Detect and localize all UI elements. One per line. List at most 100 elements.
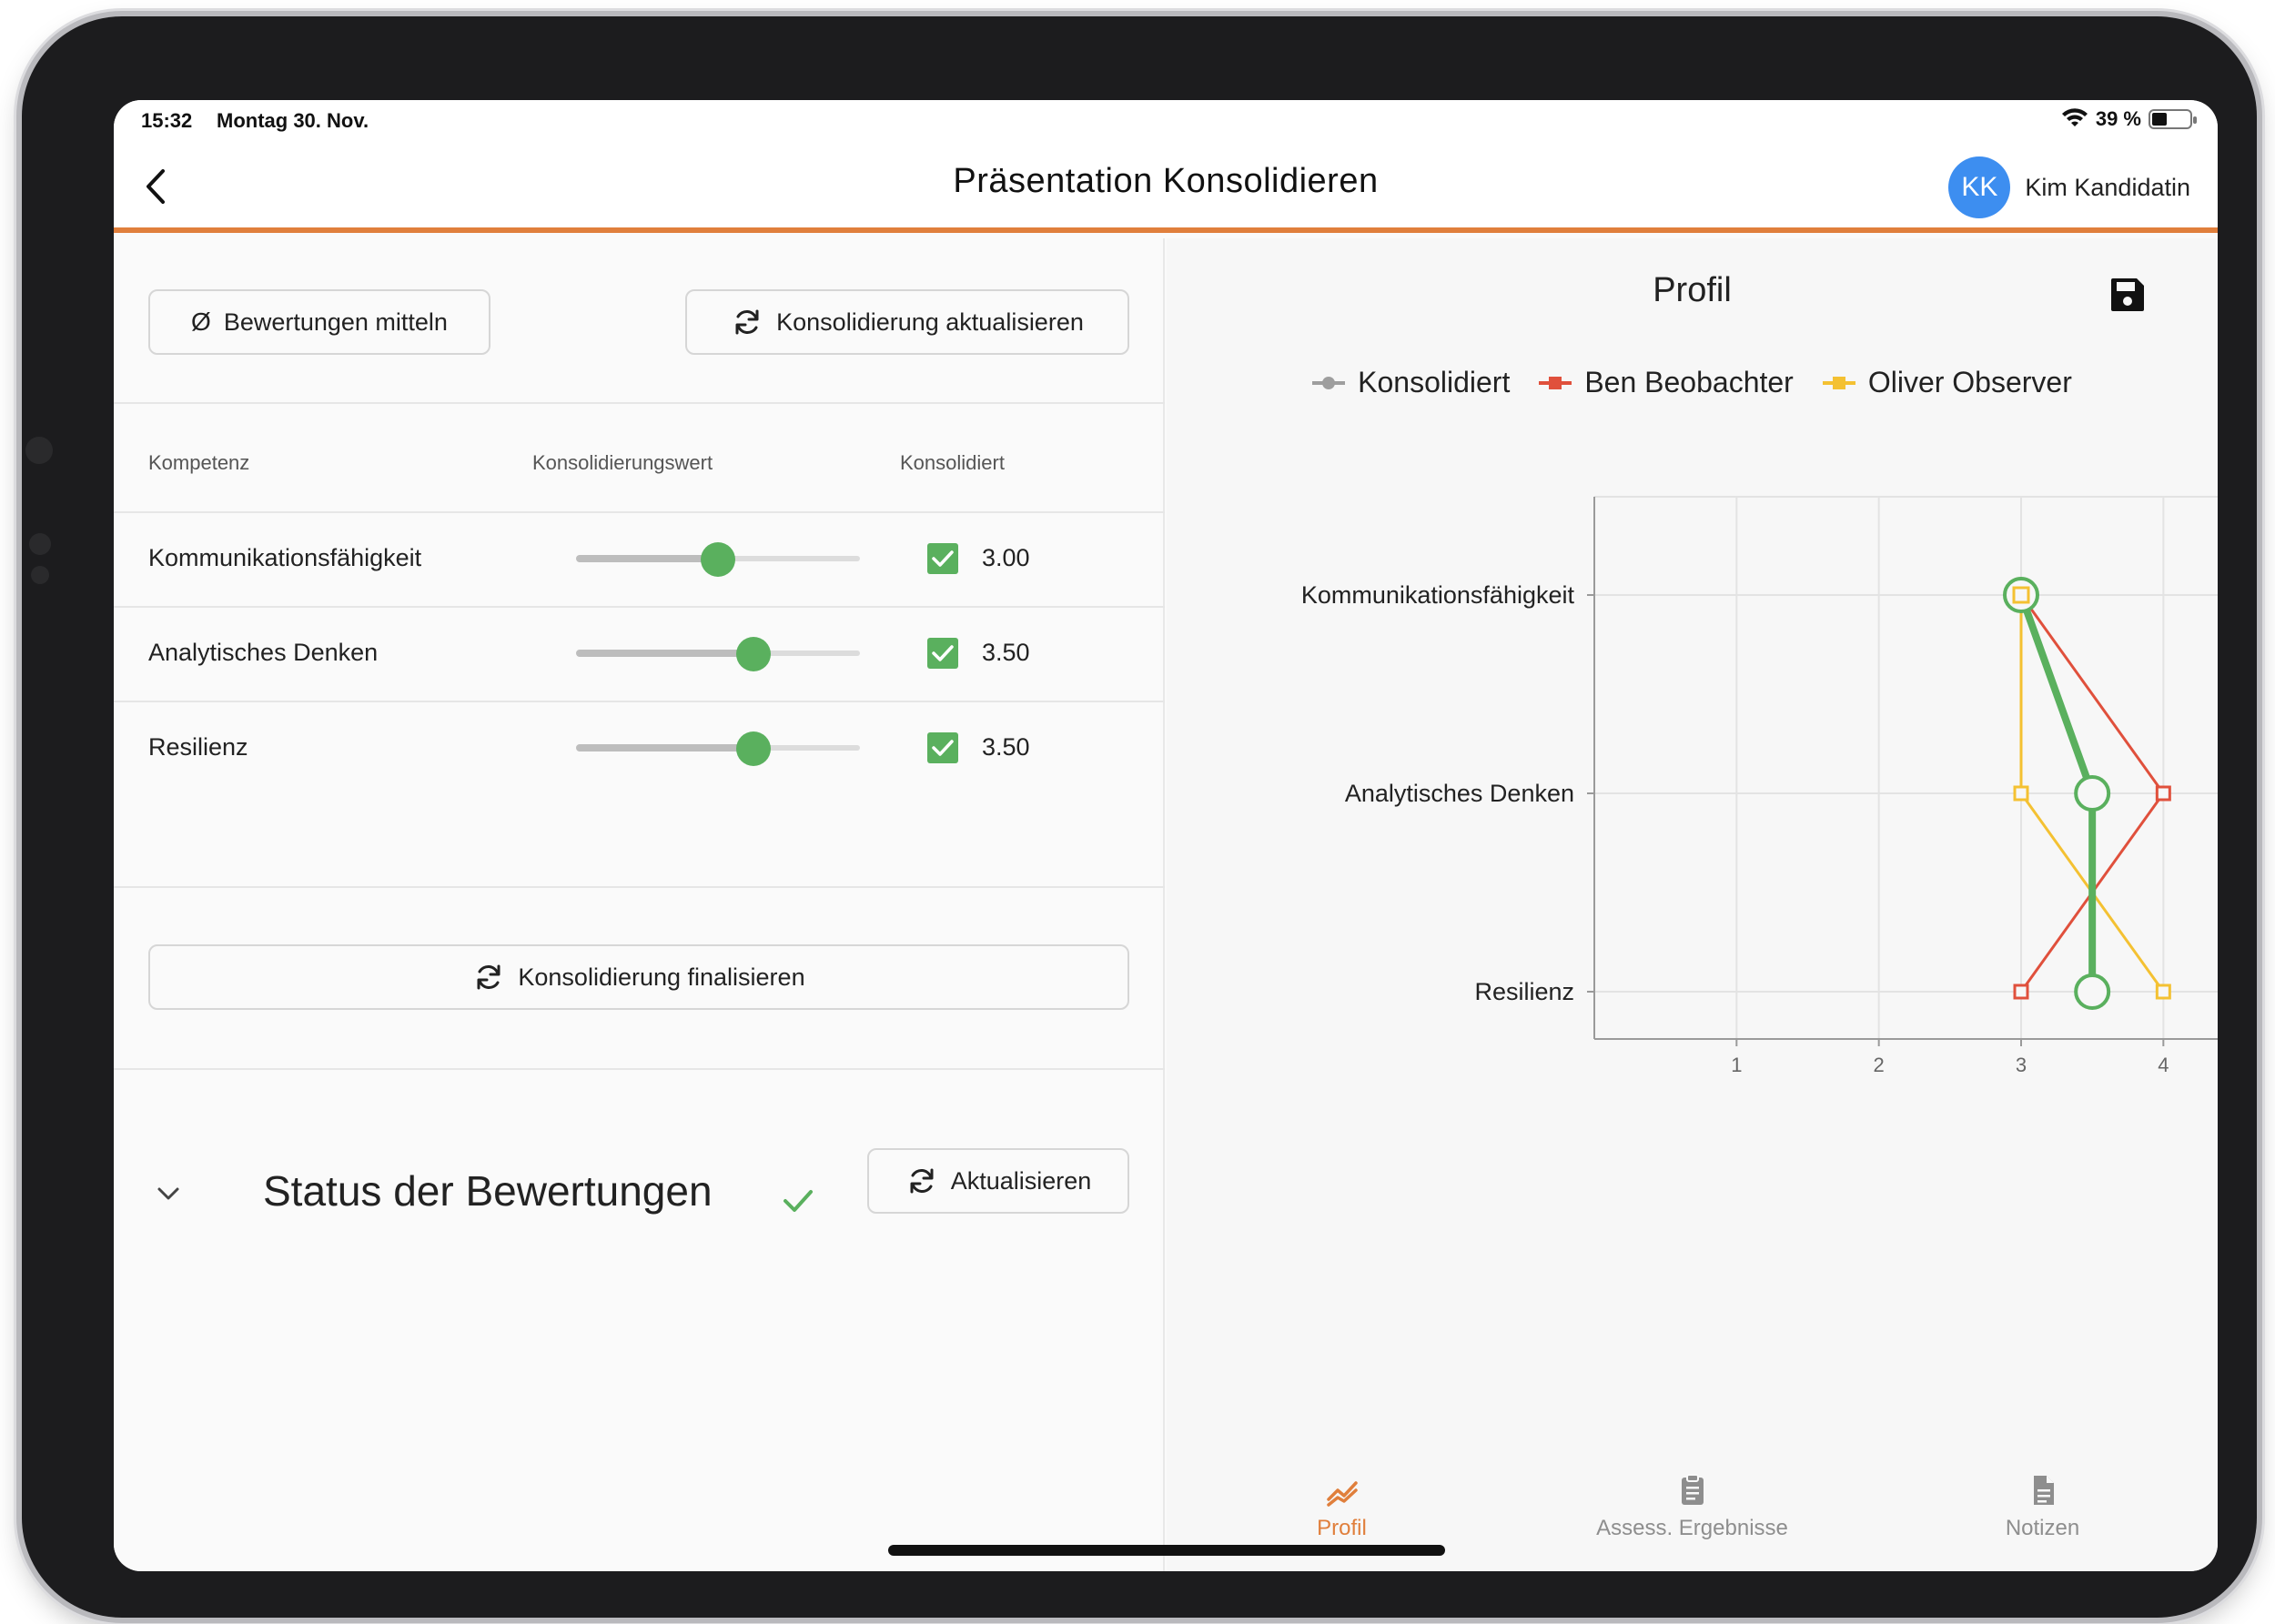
y-category-label: Kommunikationsfähigkeit — [1301, 581, 1575, 609]
slider-track-active — [576, 555, 718, 562]
slider-track-active — [576, 744, 753, 751]
avatar: KK — [1948, 156, 2011, 218]
finalize-consolidation-button[interactable]: Konsolidierung finalisieren — [148, 944, 1129, 1010]
refresh-consolidation-button[interactable]: Konsolidierung aktualisieren — [685, 289, 1129, 355]
status-refresh-button[interactable]: Aktualisieren — [867, 1148, 1129, 1214]
legend-item[interactable]: Konsolidiert — [1312, 366, 1510, 399]
header-competence: Kompetenz — [148, 451, 250, 474]
profile-panel: 12345KommunikationsfähigkeitAnalytisches… — [1167, 238, 2218, 1571]
average-ratings-label: Bewertungen mitteln — [223, 308, 448, 336]
consolidation-slider[interactable] — [576, 637, 860, 671]
chart-title: Profil — [1653, 271, 1732, 309]
wifi-icon — [2061, 108, 2088, 126]
consolidated-checkbox[interactable] — [927, 543, 958, 574]
consolidation-slider[interactable] — [576, 542, 860, 577]
slider-track-inactive — [718, 556, 860, 561]
data-point-circle — [2074, 973, 2111, 1010]
battery-percent: 39 % — [2095, 107, 2141, 130]
chevron-down-icon[interactable] — [150, 1175, 187, 1212]
legend-marker — [1822, 374, 1855, 392]
divider — [114, 402, 1165, 404]
tab-notizen[interactable]: Notizen — [1867, 1472, 2218, 1563]
tablet-frame: 15:32 Montag 30. Nov. 39 % Präsentation … — [22, 16, 2257, 1618]
data-point-circle — [2074, 775, 2111, 812]
x-tick-label: 1 — [1731, 1054, 1742, 1076]
divider — [114, 886, 1165, 888]
app-screen: 15:32 Montag 30. Nov. 39 % Präsentation … — [114, 100, 2218, 1571]
sensor-dot-2 — [31, 566, 49, 584]
clipboard-icon — [1681, 1474, 1704, 1505]
legend-label: Konsolidiert — [1358, 366, 1511, 398]
data-point-square — [2155, 983, 2171, 1000]
data-point-square — [2012, 586, 2030, 604]
consolidation-value: 3.50 — [982, 733, 1030, 761]
chart-legend: Konsolidiert Ben Beobachter Oliver Observe… — [1167, 366, 2218, 399]
check-icon — [784, 1190, 813, 1212]
save-icon[interactable] — [2108, 275, 2148, 315]
status-refresh-label: Aktualisieren — [950, 1166, 1092, 1195]
data-point-square — [2155, 785, 2171, 802]
slider-track-active — [576, 650, 753, 657]
competence-label: Kommunikationsfähigkeit — [148, 544, 422, 571]
x-tick-label: 3 — [2016, 1054, 2027, 1076]
x-tick-label: 4 — [2158, 1054, 2169, 1076]
tab-label: Profil — [1317, 1516, 1367, 1540]
refresh-icon — [910, 1168, 934, 1194]
sensor-dot — [29, 533, 51, 555]
legend-item[interactable]: Ben Beobachter — [1539, 366, 1794, 399]
status-date: Montag 30. Nov. — [217, 109, 369, 132]
header-consolidated: Konsolidiert — [900, 451, 1005, 474]
user-profile[interactable]: KK Kim Kandidatin — [1948, 156, 2190, 218]
slider-thumb[interactable] — [701, 542, 735, 577]
legend-label: Oliver Observer — [1867, 366, 2072, 398]
row-divider — [114, 701, 1165, 702]
slider-thumb[interactable] — [736, 637, 771, 671]
checkmark-icon — [932, 740, 954, 756]
tab-label: Assess. Ergebnisse — [1596, 1516, 1788, 1540]
data-point-square — [2013, 983, 2029, 1000]
competence-label: Analytisches Denken — [148, 639, 379, 666]
average-ratings-button[interactable]: Ø Bewertungen mitteln — [148, 289, 490, 355]
divider — [114, 1068, 1165, 1070]
page-title: Präsentation Konsolidieren — [953, 162, 1379, 200]
legend-marker — [1312, 374, 1346, 392]
battery-icon — [2149, 109, 2197, 129]
slider-thumb[interactable] — [736, 731, 771, 766]
divider — [114, 511, 1165, 513]
consolidation-slider[interactable] — [576, 731, 860, 766]
bottom-navigation: Profil Assess. Ergebnisse Notizen — [1167, 1474, 2218, 1571]
header-consolidation-value: Konsolidierungswert — [532, 451, 713, 474]
finalize-consolidation-label: Konsolidierung finalisieren — [518, 963, 805, 991]
consolidated-checkbox[interactable] — [927, 732, 958, 763]
x-tick-label: 2 — [1874, 1054, 1885, 1076]
legend-label: Ben Beobachter — [1584, 366, 1794, 398]
data-point-square — [2013, 785, 2029, 802]
status-time: 15:32 — [141, 109, 193, 132]
consolidation-value: 3.50 — [982, 639, 1030, 666]
tab-assess-ergebnisse[interactable]: Assess. Ergebnisse — [1517, 1472, 1867, 1563]
camera-dot — [25, 437, 53, 464]
consolidation-value: 3.00 — [982, 544, 1030, 571]
home-indicator — [888, 1545, 1445, 1556]
y-category-label: Resilienz — [1474, 978, 1574, 1005]
checkmark-icon — [932, 645, 954, 661]
legend-marker — [1539, 374, 1572, 392]
document-icon — [2033, 1476, 2054, 1505]
row-divider — [114, 606, 1165, 608]
refresh-consolidation-label: Konsolidierung aktualisieren — [776, 308, 1084, 336]
y-category-label: Analytisches Denken — [1345, 780, 1574, 807]
checkmark-icon — [932, 550, 954, 567]
status-indicators: 39 % — [2061, 107, 2197, 131]
average-icon: Ø — [191, 308, 211, 336]
app-bar: Präsentation Konsolidieren KK Kim Kandid… — [114, 142, 2218, 233]
legend-item[interactable]: Oliver Observer — [1822, 366, 2072, 399]
profile-chart: 12345KommunikationsfähigkeitAnalytisches… — [1301, 496, 2218, 1076]
refresh-icon — [735, 309, 759, 335]
status-section-title: Status der Bewertungen — [263, 1167, 713, 1215]
consolidation-panel: Ø Bewertungen mitteln Konsolidierung akt… — [114, 238, 1165, 1571]
consolidated-checkbox[interactable] — [927, 638, 958, 669]
chart-line-icon — [1326, 1481, 1358, 1507]
tab-label: Notizen — [2005, 1516, 2080, 1540]
refresh-icon — [477, 964, 500, 990]
competence-label: Resilienz — [148, 733, 248, 761]
